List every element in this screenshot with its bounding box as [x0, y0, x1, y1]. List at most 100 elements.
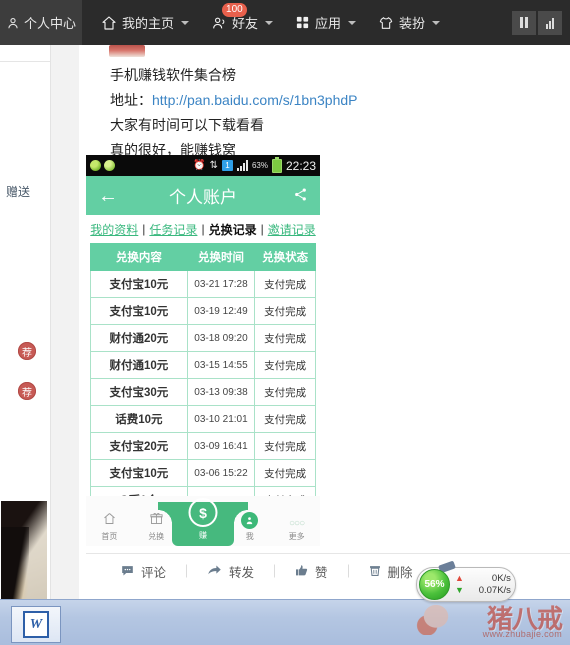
stats-button[interactable] [538, 10, 562, 35]
recommend-badge[interactable]: 荐 [18, 382, 36, 400]
tab-exchange-record[interactable]: 兑换记录 [209, 221, 257, 238]
cell-status: 支付完成 [254, 297, 316, 325]
network-speed-widget[interactable]: 56% ▲ 0K/s ▼ 0.07K/s [416, 560, 516, 602]
word-taskbar-button[interactable]: W [11, 606, 61, 643]
column-header-content: 兑换内容 [90, 243, 188, 271]
exchange-record-table-wrap: 兑换内容 兑换时间 兑换状态 支付宝10元 03-21 17:28 支付完成 支… [86, 243, 320, 521]
chevron-down-icon [432, 20, 441, 25]
back-arrow-icon[interactable]: ← [98, 186, 118, 206]
exchange-record-table: 兑换内容 兑换时间 兑换状态 支付宝10元 03-21 17:28 支付完成 支… [90, 243, 316, 514]
action-label: 评论 [141, 565, 167, 580]
chevron-down-icon [348, 20, 357, 25]
bottom-nav-label: 赚 [199, 531, 207, 540]
status-left-icons [90, 160, 115, 171]
bottom-nav-label: 首页 [101, 532, 118, 541]
table-row[interactable]: 支付宝10元 03-06 15:22 支付完成 [90, 459, 316, 487]
table-row[interactable]: 支付宝30元 03-13 09:38 支付完成 [90, 378, 316, 406]
more-dots-icon: ○○○ [289, 518, 305, 529]
forward-arrow-icon [206, 563, 223, 580]
word-icon: W [23, 611, 49, 638]
phone-bottom-nav: 首页 兑换 · [86, 496, 320, 546]
house-icon [102, 511, 117, 529]
user-icon [8, 17, 18, 28]
sync-check-green-icon [104, 160, 115, 171]
pause-button[interactable] [512, 10, 536, 35]
status-right-icons: ⏰ ⇅ 1 63% 22:23 [193, 155, 316, 176]
phone-page-title: 个人账户 [169, 188, 237, 207]
memory-usage-ball: 56% [419, 569, 450, 600]
cell-status: 支付完成 [254, 324, 316, 352]
tab-task-record[interactable]: 任务记录 [149, 221, 197, 238]
nav-item-dressup[interactable]: 装扮 [367, 0, 451, 45]
cell-time: 03-21 17:28 [186, 270, 256, 298]
comment-icon [120, 563, 135, 580]
thumbs-up-icon [294, 563, 309, 580]
cell-time: 03-09 16:41 [186, 432, 256, 460]
like-button[interactable]: 赞 [274, 562, 348, 581]
share-icon[interactable] [293, 187, 308, 205]
chevron-down-icon [181, 20, 190, 25]
nav-item-apps[interactable]: 应用 [284, 0, 367, 45]
tab-my-profile[interactable]: 我的资料 [90, 221, 138, 238]
bottom-nav-more[interactable]: ○○○ 更多 [273, 518, 320, 546]
action-label: 删除 [387, 565, 413, 580]
speed-readings: ▲ 0K/s ▼ 0.07K/s [455, 573, 511, 596]
table-row[interactable]: 话费10元 03-10 21:01 支付完成 [90, 405, 316, 433]
bottom-nav-label: 更多 [288, 532, 305, 541]
upload-arrow-icon: ▲ [455, 573, 464, 583]
avatar[interactable] [109, 45, 145, 57]
battery-icon [271, 156, 282, 173]
apps-grid-icon [296, 16, 309, 29]
alarm-clock-icon: ⏰ [193, 159, 206, 171]
phone-tab-bar: 我的资料 | 任务记录 | 兑换记录 | 邀请记录 [86, 215, 320, 243]
friends-icon [213, 17, 225, 28]
tab-invite-record[interactable]: 邀请记录 [268, 221, 316, 238]
bottom-nav-earn[interactable]: $ 赚 [158, 496, 248, 546]
watermark-brand: 猪八戒 [486, 605, 563, 635]
action-label: 转发 [229, 565, 255, 580]
upload-speed-row: ▲ 0K/s [455, 573, 511, 584]
user-center-button[interactable]: 个人中心 [0, 0, 82, 45]
sidebar-gift-label[interactable]: 赠送 [6, 183, 30, 200]
table-row[interactable]: 财付通10元 03-15 14:55 支付完成 [90, 351, 316, 379]
sim-badge: 1 [221, 160, 233, 171]
cell-time: 03-19 12:49 [186, 297, 256, 325]
top-nav-right-buttons [512, 10, 570, 35]
table-row[interactable]: 支付宝20元 03-09 16:41 支付完成 [90, 432, 316, 460]
table-row[interactable]: 财付通20元 03-18 09:20 支付完成 [90, 324, 316, 352]
download-speed-value: 0.07K/s [478, 585, 511, 596]
sync-green-icon [90, 160, 101, 171]
cell-content: 话费10元 [90, 405, 188, 433]
nav-item-my-homepage[interactable]: 我的主页 [90, 0, 200, 45]
home-icon [102, 15, 116, 30]
left-sidebar: 赠送 荐 荐 [0, 45, 51, 618]
nav-item-label: 我的主页 [122, 16, 175, 31]
nav-item-friends[interactable]: 100 好友 [200, 0, 284, 45]
cell-status: 支付完成 [254, 432, 316, 460]
cell-content: 支付宝20元 [90, 432, 188, 460]
cell-content: 支付宝10元 [90, 297, 188, 325]
table-row[interactable]: 支付宝10元 03-19 12:49 支付完成 [90, 297, 316, 325]
table-row[interactable]: 支付宝10元 03-21 17:28 支付完成 [90, 270, 316, 298]
post-line-title: 手机赚钱软件集合榜 [110, 67, 236, 83]
comment-button[interactable]: 评论 [100, 562, 186, 581]
recommend-badge[interactable]: 荐 [18, 342, 36, 360]
dollar-coin-icon: $ [188, 498, 218, 527]
top-navigation-bar: 个人中心 我的主页 100 好友 应用 装扮 [0, 0, 570, 45]
action-label: 赞 [315, 565, 328, 580]
chevron-down-icon [265, 20, 274, 25]
shirt-icon [379, 16, 393, 29]
phone-status-bar: ⏰ ⇅ 1 63% 22:23 [86, 155, 320, 176]
exchange-table-body: 支付宝10元 03-21 17:28 支付完成 支付宝10元 03-19 12:… [90, 270, 316, 514]
cell-status: 支付完成 [254, 405, 316, 433]
status-time: 22:23 [285, 158, 316, 173]
bottom-nav-home[interactable]: 首页 [86, 511, 133, 546]
attached-phone-screenshot[interactable]: ⏰ ⇅ 1 63% 22:23 ← 个人账户 我的资料 | 任务记录 | 兑换记… [86, 155, 320, 546]
cell-time: 03-15 14:55 [186, 351, 256, 379]
post-content-panel: 手机赚钱软件集合榜 地址：http://pan.baidu.com/s/1bn3… [79, 45, 570, 600]
cell-time: 03-10 21:01 [186, 405, 256, 433]
pause-icon [520, 17, 528, 28]
baidu-pan-link[interactable]: http://pan.baidu.com/s/1bn3phdP [152, 92, 357, 108]
trash-icon [368, 563, 382, 580]
forward-button[interactable]: 转发 [186, 562, 274, 581]
